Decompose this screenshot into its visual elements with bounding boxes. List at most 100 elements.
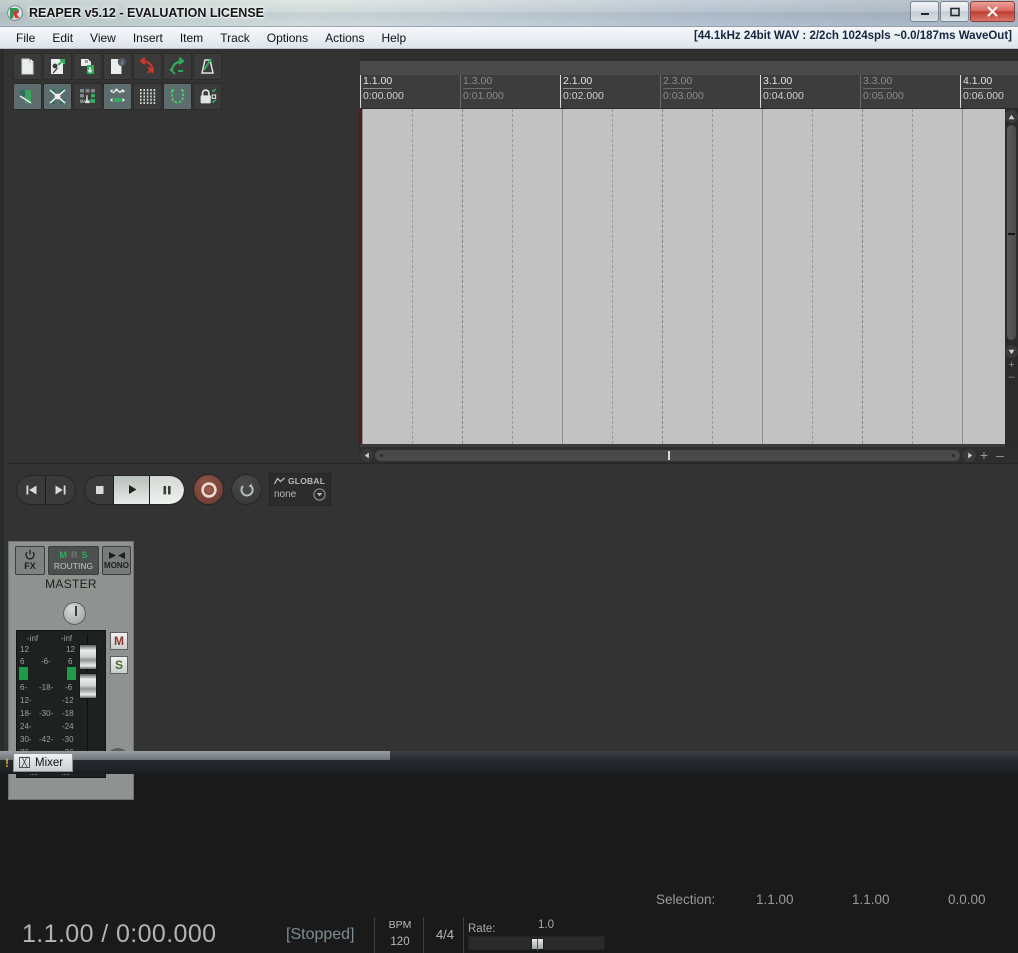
master-routing-button[interactable]: M R S ROUTING — [48, 546, 99, 575]
selection-start[interactable]: 1.1.00 — [756, 892, 852, 907]
meter-scale-left-6: 24- — [20, 722, 32, 731]
routing-m-indicator[interactable]: M — [59, 550, 67, 560]
playback-position-display[interactable]: 1.1.00 / 0:00.000 — [22, 920, 216, 949]
mono-label: MONO — [104, 560, 129, 571]
master-fx-button[interactable]: FX — [15, 546, 45, 575]
meter-scale-right-3: -6 — [65, 683, 72, 692]
scroll-right-icon[interactable] — [963, 449, 976, 462]
vertical-zoom-out-button[interactable]: – — [1005, 371, 1018, 382]
go-to-end-button[interactable] — [46, 476, 75, 504]
selection-label: Selection: — [656, 892, 756, 907]
routing-r-indicator[interactable]: R — [71, 550, 78, 560]
taskbar-item-mixer[interactable]: ╳ Mixer — [13, 753, 73, 772]
meter-scale-left-4: 12- — [20, 696, 32, 705]
menu-item-track[interactable]: Track — [212, 29, 258, 47]
automation-icon[interactable] — [103, 83, 132, 110]
ruler-tick-line — [360, 75, 361, 109]
redo-icon[interactable] — [163, 53, 192, 80]
vertical-zoom-in-button[interactable]: + — [1005, 359, 1018, 370]
meter-scale-left-3: 6- — [20, 683, 27, 692]
play-cursor — [360, 109, 362, 444]
close-button[interactable] — [970, 1, 1015, 22]
meter-scale-center-1: -18- — [39, 683, 53, 692]
open-project-icon[interactable] — [43, 53, 72, 80]
arrange-gridline — [862, 109, 863, 444]
metronome-icon[interactable] — [193, 53, 222, 80]
stop-button[interactable] — [85, 476, 114, 504]
volume-fader-thumb-upper[interactable] — [79, 644, 97, 670]
pan-knob[interactable] — [63, 602, 86, 625]
arrange-canvas[interactable] — [360, 109, 1005, 444]
pause-button[interactable] — [150, 476, 184, 504]
maximize-button[interactable] — [940, 1, 969, 22]
window-icon: ╳ — [19, 757, 30, 768]
project-settings-icon[interactable]: i — [103, 53, 132, 80]
envelope-icon[interactable] — [13, 83, 42, 110]
repeat-button[interactable] — [231, 474, 262, 505]
track-control-panel-area[interactable] — [8, 110, 360, 452]
new-project-icon[interactable] — [13, 53, 42, 80]
undo-icon[interactable] — [133, 53, 162, 80]
playback-button-group — [84, 475, 185, 505]
ruler-bar-label: 2.1.00 — [563, 76, 592, 89]
selection-length[interactable]: 0.0.00 — [948, 892, 1018, 907]
master-mono-button[interactable]: MONO — [102, 546, 131, 575]
grouping-icon[interactable] — [73, 83, 102, 110]
horizontal-scroll-thumb[interactable] — [375, 450, 960, 461]
master-controls-row: FX M R S ROUTING MONO — [9, 542, 133, 599]
menu-item-file[interactable]: File — [8, 29, 43, 47]
scroll-down-icon[interactable] — [1005, 345, 1018, 358]
bpm-field[interactable]: BPM 120 — [383, 917, 417, 951]
menu-item-actions[interactable]: Actions — [317, 29, 372, 47]
meter-peak-right: -inf — [61, 634, 72, 643]
global-automation-selector[interactable]: GLOBAL none — [269, 473, 331, 506]
vertical-scrollbar[interactable]: + – — [1005, 109, 1018, 452]
menu-item-insert[interactable]: Insert — [125, 29, 171, 47]
volume-fader-thumb-lower[interactable] — [79, 673, 97, 699]
menu-item-help[interactable]: Help — [373, 29, 414, 47]
mono-arrows-icon — [108, 551, 126, 560]
rate-value[interactable]: 1.0 — [538, 919, 554, 931]
region-marker-lane[interactable] — [360, 61, 1018, 75]
horizontal-zoom-out-button[interactable]: – — [992, 448, 1008, 462]
grid-icon[interactable] — [133, 83, 162, 110]
rate-slider[interactable] — [468, 936, 605, 950]
crossfade-icon[interactable] — [43, 83, 72, 110]
play-button[interactable] — [114, 476, 150, 504]
chevron-down-icon[interactable] — [313, 488, 326, 501]
transport-bar: GLOBAL none 1.1.00 / 0:00.000 [Stopped] … — [8, 463, 1018, 541]
mute-button[interactable]: M — [110, 632, 128, 650]
routing-s-indicator[interactable]: S — [81, 550, 87, 560]
rate-slider-thumb[interactable] — [531, 938, 544, 950]
menu-item-edit[interactable]: Edit — [44, 29, 81, 47]
warning-icon[interactable]: ! — [5, 756, 9, 770]
menu-item-view[interactable]: View — [82, 29, 124, 47]
selection-end[interactable]: 1.1.00 — [852, 892, 948, 907]
menu-item-item[interactable]: Item — [172, 29, 211, 47]
arrange-gridline — [762, 109, 763, 444]
lock-icon[interactable] — [193, 83, 222, 110]
solo-button[interactable]: S — [110, 656, 128, 674]
meter-scale-right-7: -30 — [62, 735, 74, 744]
horizontal-scrollbar[interactable]: + – — [360, 447, 1018, 463]
bpm-value[interactable]: 120 — [383, 933, 417, 951]
timeline-ruler[interactable]: 1.1.000:00.0001.3.000:01.0002.1.000:02.0… — [360, 75, 1018, 109]
time-signature[interactable]: 4/4 — [430, 927, 460, 942]
minimize-button[interactable] — [910, 1, 939, 22]
ruler-tick-line — [560, 75, 561, 109]
scroll-left-icon[interactable] — [360, 449, 373, 462]
fx-label: FX — [24, 561, 36, 572]
record-button[interactable] — [193, 474, 224, 505]
menu-item-options[interactable]: Options — [259, 29, 316, 47]
toolbar-row-1: i — [13, 53, 360, 81]
ruler-bar-label: 1.3.00 — [463, 76, 492, 89]
scroll-up-icon[interactable] — [1005, 110, 1018, 123]
audio-config-status[interactable]: [44.1kHz 24bit WAV : 2/2ch 1024spls ~0.0… — [690, 29, 1016, 43]
vertical-scroll-thumb[interactable] — [1007, 125, 1016, 340]
meter-scale-center-0: -6- — [41, 657, 51, 666]
horizontal-zoom-in-button[interactable]: + — [976, 448, 992, 462]
save-project-icon[interactable] — [73, 53, 102, 80]
loop-selection-icon[interactable] — [163, 83, 192, 110]
ruler-bar-label: 2.3.00 — [663, 76, 692, 89]
go-to-start-button[interactable] — [17, 476, 46, 504]
